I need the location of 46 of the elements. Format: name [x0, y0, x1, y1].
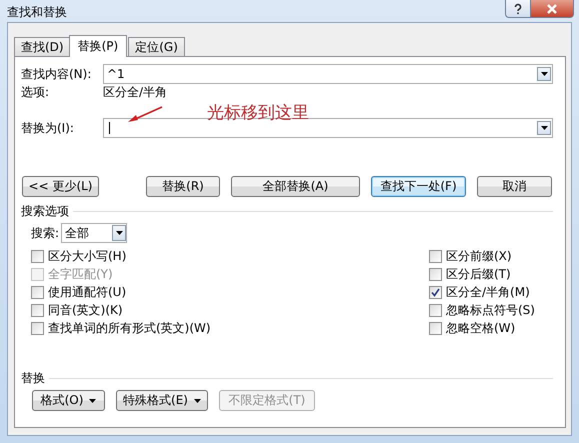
caret-icon [194, 398, 201, 402]
checkbox[interactable] [31, 322, 44, 334]
checkbox[interactable] [429, 322, 442, 334]
search-options-heading: 搜索选项 [21, 202, 69, 220]
checkbox-label: 区分前缀(X) [446, 248, 512, 264]
window-title: 查找和替换 [7, 4, 67, 21]
checkbox-label: 忽略空格(W) [446, 320, 516, 336]
checkbox-label: 全字匹配(Y) [48, 266, 113, 282]
tab[interactable]: 查找(D) [14, 37, 71, 56]
search-select[interactable]: 全部 [61, 223, 128, 243]
dialog-button[interactable]: 全部替换(A) [231, 176, 360, 197]
tab[interactable]: 定位(G) [128, 37, 185, 56]
dialog-button[interactable]: 取消 [477, 176, 552, 197]
tab[interactable]: 替换(P) [68, 35, 128, 57]
checkbox[interactable] [429, 286, 442, 298]
dialog-button[interactable]: << 更少(L) [22, 176, 99, 197]
checkbox-label: 区分全/半角(M) [446, 284, 530, 300]
options-label: 选项: [21, 84, 50, 100]
checkbox-label: 区分后缀(T) [446, 266, 511, 282]
find-label: 查找内容(N): [21, 66, 92, 82]
close-icon[interactable] [530, 0, 574, 18]
replace-label: 替换为(I): [21, 120, 75, 136]
checkbox[interactable] [429, 250, 442, 262]
annotation-text: 光标移到这里 [207, 102, 309, 124]
replace-heading: 替换 [21, 370, 45, 386]
search-label: 搜索: [31, 224, 60, 242]
help-icon[interactable] [505, 0, 530, 18]
checkbox[interactable] [31, 286, 44, 298]
dialog-button[interactable]: 替换(R) [146, 176, 220, 197]
dropdown-button[interactable]: 特殊格式(E) [116, 390, 208, 411]
checkbox[interactable] [31, 250, 44, 262]
dialog-button[interactable]: 查找下一处(F) [371, 176, 466, 197]
annotation-arrow [127, 106, 163, 124]
checkbox-label: 区分大小写(H) [48, 248, 126, 264]
checkbox-label: 查找单词的所有形式(英文)(W) [48, 320, 211, 336]
checkbox[interactable] [429, 304, 442, 316]
checkbox-label: 使用通配符(U) [48, 284, 126, 300]
find-field[interactable]: ^1 [103, 64, 553, 84]
options-value: 区分全/半角 [103, 84, 168, 100]
text-cursor-icon [109, 122, 110, 134]
caret-icon [89, 398, 96, 402]
checkbox[interactable] [31, 304, 44, 316]
checkbox-label: 忽略标点符号(S) [446, 302, 535, 318]
checkbox[interactable] [429, 268, 442, 280]
checkbox-label: 同音(英文)(K) [48, 302, 123, 318]
dropdown-button[interactable]: 格式(O) [32, 390, 105, 411]
